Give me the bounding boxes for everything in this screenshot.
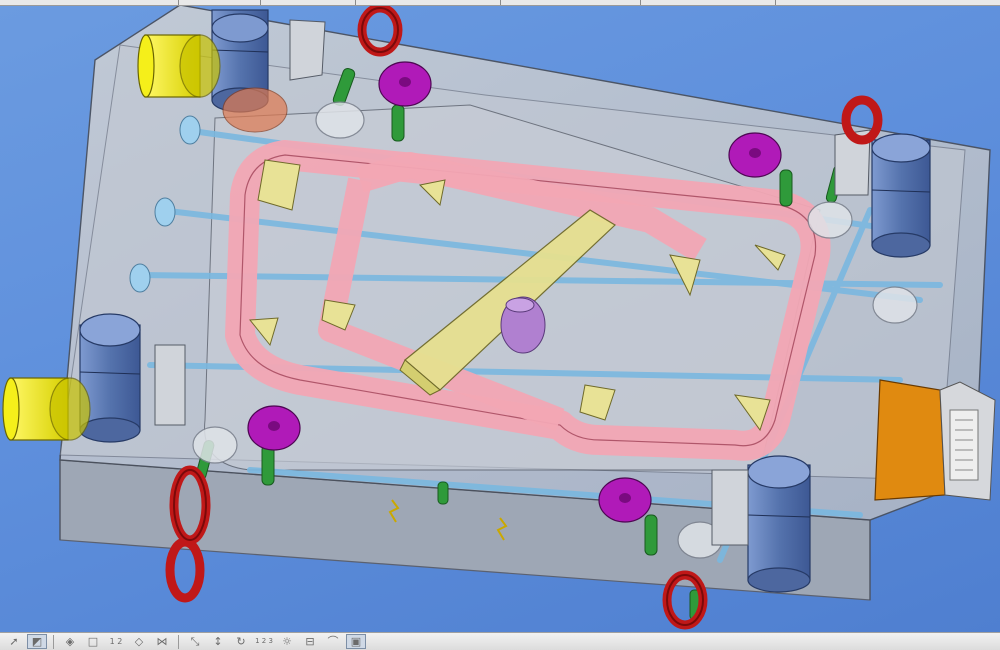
rotate-icon[interactable]: ↻ — [231, 634, 251, 649]
center-boss-top — [505, 297, 535, 313]
zoom-icon[interactable]: ⤡ — [185, 634, 205, 649]
light-icon[interactable]: ☼ — [277, 634, 297, 649]
bottom-toolbar: ➚ ◩ ◈ □ 1 2 ◇ ⋈ ⤡ ↕ ↻ 1 2 3 ☼ ⊟ ⌒ ▣ — [0, 632, 1000, 650]
pan-icon[interactable]: ↕ — [208, 634, 228, 649]
mirror-icon[interactable]: ⋈ — [152, 634, 172, 649]
model-viewport[interactable] — [0, 6, 1000, 632]
connector[interactable] — [874, 379, 996, 501]
shaded-icon[interactable]: ◈ — [60, 634, 80, 649]
toolbar-separator — [178, 634, 179, 649]
top-strip-divider — [178, 0, 179, 5]
top-strip-divider — [260, 0, 261, 5]
step-12-icon[interactable]: 1 2 — [106, 634, 126, 649]
view-orientation-icon[interactable]: ◩ — [27, 634, 47, 649]
top-strip-divider — [775, 0, 776, 5]
top-strip-divider — [500, 0, 501, 5]
perspective-icon[interactable]: ⌒ — [323, 634, 343, 649]
section-icon[interactable]: ⊟ — [300, 634, 320, 649]
top-strip-divider — [640, 0, 641, 5]
select-arrow-icon[interactable]: ➚ — [4, 634, 24, 649]
step-123-icon[interactable]: 1 2 3 — [254, 634, 274, 649]
top-strip-divider — [355, 0, 356, 5]
collar — [222, 87, 288, 133]
toolbar-separator — [53, 634, 54, 649]
measure-icon[interactable]: ◇ — [129, 634, 149, 649]
mold-assembly-model[interactable] — [0, 6, 1000, 632]
render-mode-icon[interactable]: ▣ — [346, 634, 366, 649]
wireframe-icon[interactable]: □ — [83, 634, 103, 649]
